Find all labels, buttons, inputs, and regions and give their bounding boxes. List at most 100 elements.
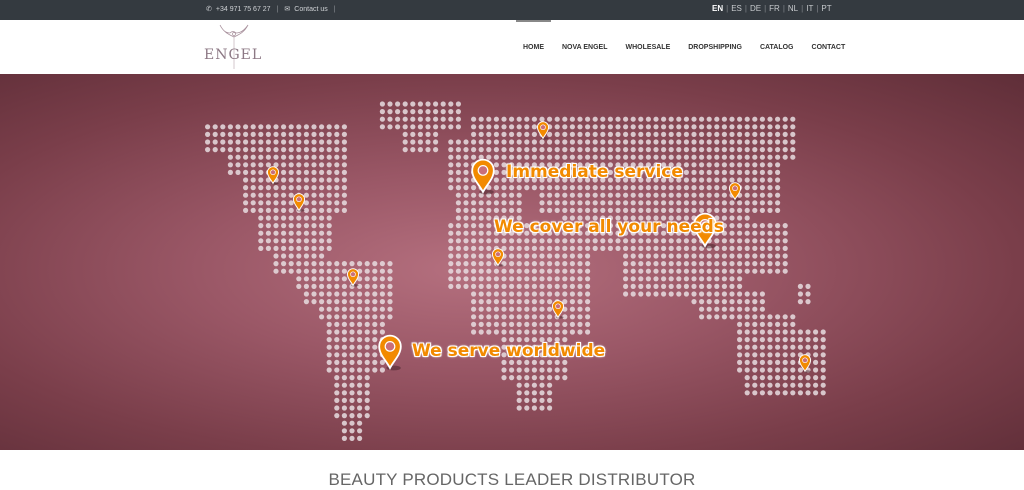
map-dot (585, 321, 591, 327)
map-dot (569, 268, 576, 274)
map-dot (341, 420, 347, 426)
map-dot (790, 329, 796, 335)
map-dot (759, 329, 766, 335)
map-dot (364, 283, 370, 289)
nav-catalog[interactable]: CATALOG (751, 20, 803, 74)
map-dot (585, 245, 591, 251)
map-dot (524, 367, 530, 373)
map-dot (759, 147, 766, 153)
map-dot (296, 147, 302, 153)
map-dot (630, 131, 636, 137)
map-dot (729, 139, 735, 145)
map-dot (600, 116, 606, 122)
map-dot (706, 291, 712, 297)
contact-link[interactable]: Contact us (294, 6, 327, 13)
nav-wholesale[interactable]: WHOLESALE (617, 20, 680, 74)
map-dot (455, 154, 461, 160)
map-dot (311, 139, 317, 145)
map-dot (706, 177, 712, 183)
lang-es[interactable]: ES (731, 4, 742, 13)
map-dot (775, 382, 781, 388)
nav-nova-engel[interactable]: NOVA ENGEL (553, 20, 617, 74)
map-dot (463, 253, 469, 259)
map-dot (235, 124, 241, 130)
map-dot (721, 276, 728, 282)
map-dot (554, 367, 560, 373)
map-dot (630, 124, 636, 130)
lang-fr[interactable]: FR (769, 4, 780, 13)
map-dot (585, 154, 591, 160)
map-dot (721, 147, 728, 153)
map-dot (516, 321, 522, 327)
map-dot (463, 185, 469, 191)
map-dot (729, 314, 735, 320)
map-dot (714, 276, 720, 282)
lang-pt[interactable]: PT (821, 4, 831, 13)
map-dot (235, 131, 241, 137)
lang-nl[interactable]: NL (788, 4, 798, 13)
map-dot (364, 382, 370, 388)
nav-home[interactable]: HOME (514, 20, 553, 74)
map-dot (699, 306, 705, 312)
map-dot (471, 185, 477, 191)
map-dot (714, 261, 720, 267)
map-dot (714, 131, 720, 137)
phone-number[interactable]: +34 971 75 67 27 (216, 6, 271, 13)
map-dot (699, 291, 705, 297)
map-dot (250, 177, 256, 183)
map-dot (478, 321, 484, 327)
lang-it[interactable]: IT (806, 4, 813, 13)
map-dot (737, 367, 743, 373)
map-dot (615, 207, 621, 213)
map-dot (326, 283, 332, 289)
map-dot (357, 428, 363, 434)
map-dot (721, 268, 728, 274)
map-dot (737, 352, 743, 358)
nav-dropshipping[interactable]: DROPSHIPPING (679, 20, 751, 74)
map-dot (516, 390, 522, 396)
lang-en[interactable]: EN (712, 4, 723, 13)
map-dot (281, 177, 287, 183)
map-dot (273, 207, 279, 213)
map-dot (782, 337, 788, 343)
map-dot (714, 192, 720, 198)
map-dot (258, 185, 264, 191)
map-dot (691, 299, 697, 305)
map-dot (585, 192, 591, 198)
map-dot (516, 154, 522, 160)
map-dot (630, 268, 636, 274)
map-dot (645, 245, 652, 251)
map-dot (759, 245, 766, 251)
map-dot (281, 230, 287, 236)
map-dot (653, 131, 659, 137)
map-dot (334, 283, 340, 289)
map-dot (364, 337, 370, 343)
separator: | (333, 5, 336, 13)
map-dot (661, 139, 667, 145)
map-dot (326, 124, 332, 130)
map-dot (509, 276, 515, 282)
message-serve-worldwide: We serve worldwide (412, 341, 606, 361)
map-dot (623, 124, 629, 130)
map-dot (379, 116, 385, 122)
nav-contact[interactable]: CONTACT (803, 20, 855, 74)
lang-de[interactable]: DE (750, 4, 761, 13)
map-dot (493, 116, 499, 122)
map-dot (341, 329, 347, 335)
map-dot (288, 124, 294, 130)
map-dot (463, 169, 469, 175)
map-dot (341, 306, 347, 312)
map-dot (767, 200, 773, 206)
map-dot (303, 230, 309, 236)
map-dot (319, 154, 325, 160)
map-dot (721, 177, 728, 183)
map-dot (326, 139, 332, 145)
map-dot (759, 367, 766, 373)
map-dot (463, 268, 469, 274)
map-dot (281, 192, 287, 198)
map-dot (311, 283, 317, 289)
map-dot (752, 337, 758, 343)
logo[interactable]: ENGEL (198, 23, 262, 71)
map-dot (281, 154, 287, 160)
map-dot (311, 291, 317, 297)
